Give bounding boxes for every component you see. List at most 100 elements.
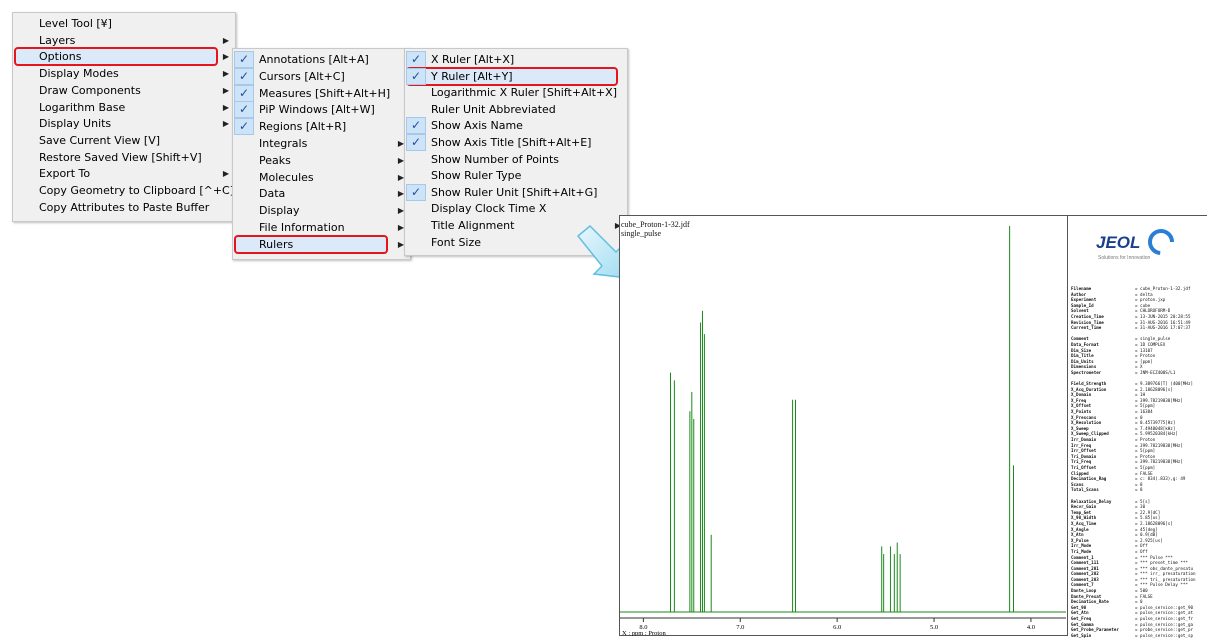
menu-item-label: Font Size [431, 235, 482, 249]
main-item-restore-saved-view[interactable]: Restore Saved View [Shift+V] [13, 149, 235, 166]
parameter-value: = Proton [1135, 453, 1156, 459]
parameter-value: = pulse_service::get_at [1135, 610, 1193, 616]
parameter-value: = 0.45739775[Hz] [1135, 420, 1176, 426]
menu-item-label: Display [259, 204, 300, 218]
checkmark-icon: ✓ [234, 101, 254, 119]
parameter-value: = 1H [1135, 392, 1146, 398]
parameter-value: = 5[ppm] [1135, 403, 1156, 409]
jeol-logo: JEOL Solutions for Innovation [1096, 228, 1175, 261]
rulers-item-show-axis-title[interactable]: ✓ Show Axis Title [Shift+Alt+E] [405, 134, 627, 151]
checkmark-icon: ✓ [234, 51, 254, 68]
rulers-item-display-clock-time-x[interactable]: Display Clock Time X [405, 200, 627, 217]
parameter-value: = cube_Proton-1-32.jdf [1135, 286, 1191, 291]
options-item-file-information[interactable]: File Information ▶ [233, 219, 410, 236]
main-item-display-modes[interactable]: Display Modes ▶ [13, 65, 235, 82]
parameter-name: Current_Time [1071, 325, 1102, 331]
rulers-item-ruler-unit-abbreviated[interactable]: Ruler Unit Abbreviated [405, 101, 627, 118]
main-item-level-tool[interactable]: Level Tool [¥] [13, 15, 235, 32]
parameter-value: = 1D COMPLEX [1135, 341, 1166, 347]
rulers-item-x-ruler[interactable]: ✓ X Ruler [Alt+X] [405, 51, 627, 68]
parameter-value: = 5.99520384[kHz] [1135, 431, 1178, 437]
parameter-value: = 31-AUG-2016 17:07:37 [1135, 325, 1191, 331]
menu-item-label: Rulers [259, 237, 294, 251]
parameter-value: = JNM-ECZ400S/L1 [1135, 369, 1176, 375]
submenu-arrow-icon: ▶ [222, 119, 229, 129]
options-item-data[interactable]: Data ▶ [233, 185, 410, 202]
menu-item-label: Export To [39, 167, 91, 181]
main-item-layers[interactable]: Layers ▶ [13, 32, 235, 49]
parameter-value: = 7.4940048[kHz] [1135, 425, 1176, 431]
options-item-pip-windows[interactable]: ✓ PiP Windows [Alt+W] [233, 101, 410, 119]
main-item-copy-geometry-to-clipboard[interactable]: Copy Geometry to Clipboard [^+C] [13, 182, 235, 199]
parameter-value: = 2.925[us] [1135, 537, 1163, 543]
parameter-value: = Off [1135, 543, 1148, 549]
main-item-draw-components[interactable]: Draw Components ▶ [13, 82, 235, 99]
menu-item-label: Show Ruler Unit [Shift+Alt+G] [431, 185, 598, 199]
menu-item-label: Peaks [259, 153, 291, 167]
x-tick-label: 4.0 [1027, 624, 1035, 631]
options-item-regions[interactable]: ✓ Regions [Alt+R] [233, 118, 410, 136]
checkmark-icon: ✓ [406, 51, 426, 68]
parameter-value: = 13-JUN-2015 20:28:55 [1135, 313, 1191, 319]
checkmark-icon: ✓ [406, 117, 426, 135]
jeol-logo-subtext: Solutions for Innovation [1098, 255, 1150, 261]
menu-item-label: Show Number of Points [431, 152, 560, 166]
jeol-logo-text: JEOL [1096, 233, 1140, 252]
parameter-value: = 8 [1135, 481, 1143, 487]
parameter-value: = Off [1135, 548, 1148, 554]
parameter-value: = pulse_service::get_fr [1135, 616, 1193, 622]
submenu-arrow-icon: ▶ [222, 85, 229, 95]
checkmark-icon: ✓ [406, 67, 426, 85]
parameter-value: = 16384 [1135, 409, 1153, 415]
parameter-value: = delta [1135, 291, 1153, 297]
options-item-molecules[interactable]: Molecules ▶ [233, 169, 410, 186]
options-item-cursors[interactable]: ✓ Cursors [Alt+C] [233, 67, 410, 85]
options-item-rulers[interactable]: Rulers ▶ [233, 236, 410, 253]
main-item-display-units[interactable]: Display Units ▶ [13, 115, 235, 132]
menu-item-label: Molecules [259, 170, 314, 184]
options-item-annotations[interactable]: ✓ Annotations [Alt+A] [233, 51, 410, 68]
checkmark-icon: ✓ [234, 67, 254, 85]
parameter-value: = *** Pulse *** [1135, 554, 1173, 560]
menu-item-label: Copy Geometry to Clipboard [^+C] [39, 184, 235, 197]
options-item-integrals[interactable]: Integrals ▶ [233, 135, 410, 152]
parameter-value: = X [1135, 364, 1143, 370]
menu-item-label: PiP Windows [Alt+W] [259, 103, 375, 117]
parameter-value: = pulse_service::get_sp [1135, 632, 1193, 638]
checkmark-icon: ✓ [234, 118, 254, 136]
main-item-logarithm-base[interactable]: Logarithm Base ▶ [13, 99, 235, 116]
options-item-display[interactable]: Display ▶ [233, 202, 410, 219]
rulers-item-show-number-of-points[interactable]: Show Number of Points [405, 151, 627, 168]
parameter-value: = 500 [1135, 588, 1148, 594]
parameter-value: = Proton [1135, 353, 1156, 359]
parameter-panel: JEOL Solutions for Innovation Filename = … [1067, 216, 1207, 638]
options-item-measures[interactable]: ✓ Measures [Shift+Alt+H] [233, 84, 410, 102]
submenu-arrow-icon: ▶ [222, 102, 229, 112]
parameter-value: = *** irr_ presaturation [1135, 571, 1196, 577]
rulers-item-show-axis-name[interactable]: ✓ Show Axis Name [405, 117, 627, 135]
rulers-item-y-ruler[interactable]: ✓ Y Ruler [Alt+Y] [405, 67, 627, 85]
menu-item-label: Annotations [Alt+A] [259, 53, 369, 66]
rulers-item-logarithmic-x-ruler[interactable]: Logarithmic X Ruler [Shift+Alt+X] [405, 84, 627, 101]
x-tick-label: 7.0 [736, 624, 744, 631]
options-item-peaks[interactable]: Peaks ▶ [233, 152, 410, 169]
main-item-options[interactable]: Options ▶ [13, 48, 235, 65]
x-tick-label: 5.0 [930, 624, 938, 631]
parameter-value: = *** tri_ presaturation [1135, 576, 1196, 582]
menu-item-label: Data [259, 187, 286, 201]
options-submenu: ✓ Annotations [Alt+A] ✓ Cursors [Alt+C] ✓ Mea… [232, 48, 411, 260]
parameter-value: = 399.78219838[MHz] [1135, 397, 1183, 403]
menu-item-label: Logarithmic X Ruler [Shift+Alt+X] [431, 86, 618, 100]
parameter-value: = 5[s] [1135, 498, 1151, 504]
main-item-export-to[interactable]: Export To ▶ [13, 165, 235, 182]
menu-item-label: Y Ruler [Alt+Y] [431, 69, 513, 83]
spectrum-plot[interactable]: 8.0 7.0 6.0 5.0 4.0X : ppm : Proton [620, 216, 1066, 636]
main-item-save-current-view[interactable]: Save Current View [V] [13, 132, 235, 149]
menu-item-label: Display Clock Time X [431, 202, 547, 216]
parameter-value: = 0.9[dB] [1135, 532, 1158, 538]
rulers-item-show-ruler-unit[interactable]: ✓ Show Ruler Unit [Shift+Alt+G] [405, 183, 627, 201]
menu-item-label: Draw Components [39, 83, 141, 97]
rulers-item-show-ruler-type[interactable]: Show Ruler Type [405, 167, 627, 184]
main-item-copy-attributes-to-paste-buffer[interactable]: Copy Attributes to Paste Buffer [13, 199, 235, 216]
parameter-value: = 399.78219838[MHz] [1135, 442, 1183, 448]
